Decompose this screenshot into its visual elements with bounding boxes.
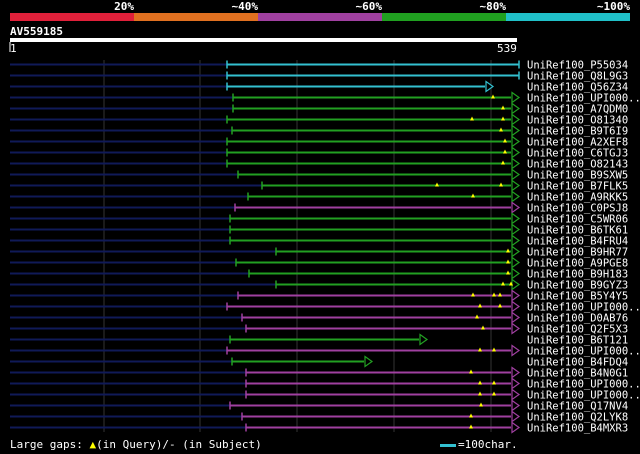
subject-gap-note: (in Subject) <box>175 438 262 451</box>
arrow-icon <box>485 80 495 93</box>
hit-label: UniRef100_B4MXR3 <box>527 423 628 435</box>
alignment-graphic: UniRef100_P55034UniRef100_Q8L9G3UniRef10… <box>9 42 640 435</box>
gap-legend-prefix: Large gaps: <box>10 438 83 451</box>
arrow-icon <box>511 289 521 302</box>
arrow-icon <box>511 278 521 291</box>
arrow-icon <box>511 102 521 115</box>
arrow-icon <box>511 311 521 324</box>
arrow-icon <box>511 124 521 137</box>
arrow-icon <box>511 201 521 214</box>
arrow-icon <box>511 146 521 159</box>
arrow-icon <box>511 388 521 401</box>
gap-legend: Large gaps: ▲(in Query)/- (in Subject) <box>10 439 262 451</box>
arrow-icon <box>511 322 521 335</box>
arrow-icon <box>511 113 521 126</box>
arrow-icon <box>419 333 429 346</box>
arrow-icon <box>511 168 521 181</box>
arrow-icon <box>511 421 521 434</box>
arrow-icon <box>511 223 521 236</box>
arrow-icon <box>511 366 521 379</box>
hit-row: UniRef100_B4MXR3 <box>10 421 628 435</box>
query-gap-note: (in Query)/ <box>96 438 169 451</box>
subject-gap-dash: - <box>168 438 176 451</box>
arrow-icon <box>511 300 521 313</box>
arrow-icon <box>511 245 521 258</box>
arrow-icon <box>511 267 521 280</box>
scale-bar-icon <box>440 443 456 447</box>
arrow-icon <box>511 212 521 225</box>
arrow-icon <box>511 377 521 390</box>
arrow-icon <box>511 399 521 412</box>
scale-label: =100char. <box>458 438 518 451</box>
arrow-icon <box>511 157 521 170</box>
arrow-icon <box>511 91 521 104</box>
arrow-icon <box>511 234 521 247</box>
arrow-icon <box>511 410 521 423</box>
arrow-icon <box>511 344 521 357</box>
arrow-icon <box>364 355 374 368</box>
arrow-icon <box>511 179 521 192</box>
arrow-icon <box>511 190 521 203</box>
scale-legend: =100char. <box>440 439 518 451</box>
arrow-icon <box>511 256 521 269</box>
arrow-icon <box>511 135 521 148</box>
